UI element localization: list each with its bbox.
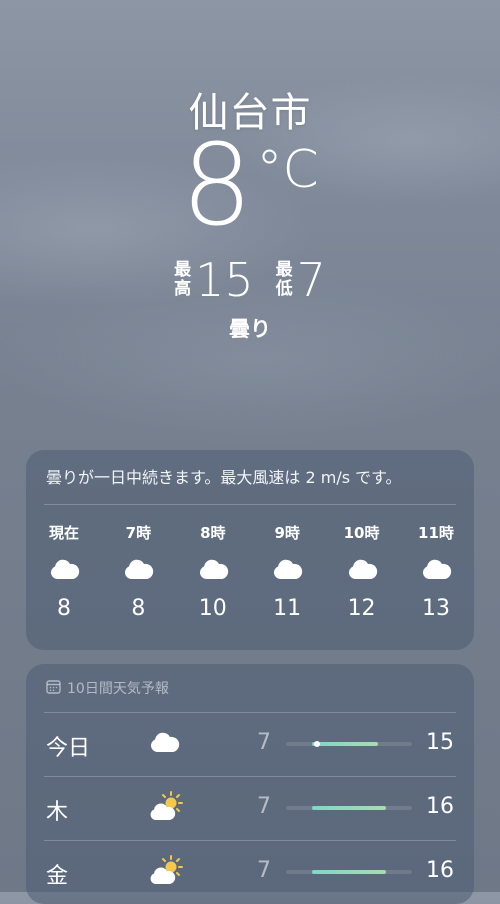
forecast-high: 15	[426, 730, 454, 755]
partly-sunny-icon	[148, 790, 184, 828]
hour-temp: 8	[57, 596, 71, 621]
forecast-row[interactable]: 金 7 16	[26, 840, 474, 904]
hour-temp: 10	[198, 596, 227, 621]
hour-time: 10時	[343, 524, 380, 542]
hour-item: 11時 13	[410, 522, 462, 621]
high-label: 最 高	[174, 260, 192, 299]
forecast-day: 今日	[46, 736, 91, 761]
forecast-day: 木	[46, 800, 69, 825]
forecast-low: 7	[257, 730, 271, 755]
hourly-list[interactable]: 現在 8 7時 8 8時 10 9時 11 10時 12 11時 13	[26, 522, 474, 621]
low-temp: 最 低 7	[276, 257, 326, 303]
temp-range-fill	[312, 742, 378, 746]
hour-time: 11時	[418, 524, 454, 542]
hourly-summary: 曇りが一日中続きます。最大風速は 2 m/s です。	[46, 468, 402, 487]
condition-text: 曇り	[229, 317, 271, 341]
hour-temp: 13	[421, 596, 450, 621]
hour-item: 9時 11	[261, 522, 313, 621]
low-label: 最 低	[275, 260, 293, 299]
cloud-icon	[122, 550, 154, 588]
temperature-unit: °C	[256, 140, 319, 200]
current-temp-marker	[314, 741, 320, 747]
cloud-icon	[346, 550, 378, 588]
partly-sunny-icon	[148, 854, 184, 892]
calendar-icon	[46, 679, 61, 698]
forecast-low: 7	[257, 858, 271, 883]
forecast-day: 金	[46, 864, 69, 889]
cloud-icon	[48, 550, 80, 588]
forecast-high: 16	[426, 794, 454, 819]
temp-range-fill	[312, 870, 386, 874]
forecast-title: 10日間天気予報	[67, 681, 169, 697]
hour-item: 10時 12	[336, 522, 388, 621]
hourly-forecast-card[interactable]: 曇りが一日中続きます。最大風速は 2 m/s です。 現在 8 7時 8 8時 …	[26, 450, 474, 650]
forecast-low: 7	[257, 794, 271, 819]
hour-item: 8時 10	[187, 522, 239, 621]
hour-item: 7時 8	[112, 522, 164, 621]
divider	[44, 504, 456, 505]
forecast-high: 16	[426, 858, 454, 883]
forecast-row[interactable]: 木 7 16	[26, 776, 474, 840]
forecast-header: 10日間天気予報	[46, 678, 169, 698]
cloud-icon	[420, 550, 452, 588]
current-temperature: 8°C	[0, 130, 500, 242]
hour-item: 現在 8	[38, 522, 90, 621]
temperature-value: 8	[181, 121, 253, 251]
high-low: 最 高 15 最 低 7	[0, 257, 500, 303]
hour-temp: 8	[131, 596, 146, 621]
cloud-icon	[197, 550, 229, 588]
hour-time: 現在	[48, 524, 79, 542]
hour-time: 8時	[200, 524, 226, 542]
hour-temp: 11	[273, 596, 302, 621]
temp-range-bar	[286, 870, 412, 874]
high-temp: 最 高 15	[174, 257, 254, 303]
temp-range-fill	[312, 806, 386, 810]
hour-time: 9時	[274, 524, 300, 542]
cloud-icon	[148, 726, 182, 764]
low-value: 7	[296, 253, 326, 307]
forecast-row[interactable]: 今日 7 15	[26, 712, 474, 776]
high-value: 15	[195, 253, 254, 307]
temp-range-bar	[286, 806, 412, 810]
temp-range-bar	[286, 741, 412, 747]
cloud-icon	[271, 550, 303, 588]
ten-day-forecast-card[interactable]: 10日間天気予報 今日 7 15 木 7 16 金 7 16	[26, 664, 474, 904]
hour-time: 7時	[125, 524, 152, 542]
hour-temp: 12	[347, 596, 376, 621]
